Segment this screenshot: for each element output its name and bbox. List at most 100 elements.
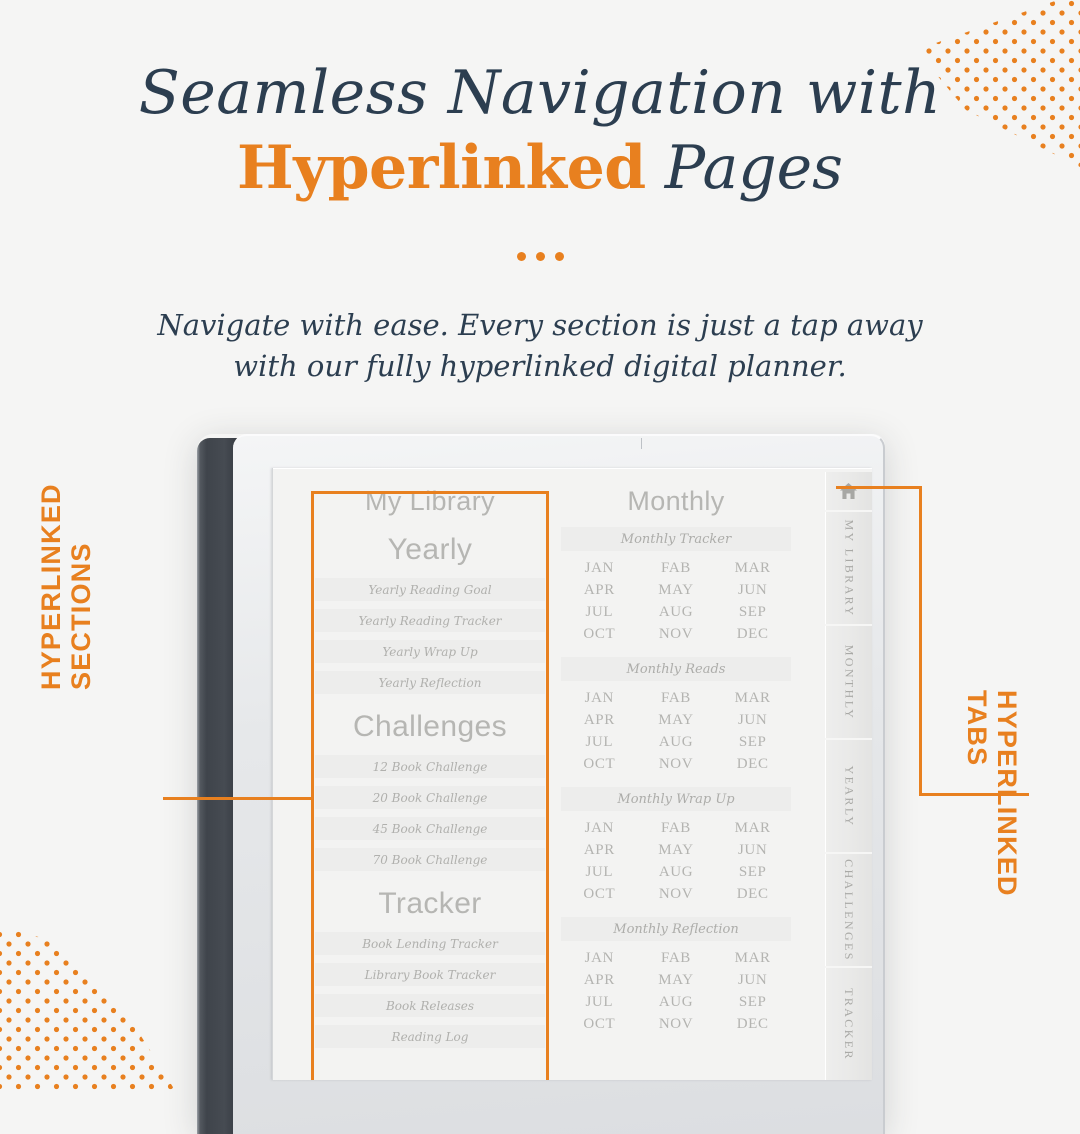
month-link[interactable]: AUG	[638, 864, 715, 881]
month-block: Monthly Tracker JAN FAB MAR APR MAY JUN JUL AUG S…	[561, 527, 791, 643]
tab-label: TRACKER	[842, 987, 856, 1061]
month-link[interactable]: DEC	[714, 886, 791, 903]
month-link[interactable]: OCT	[561, 756, 638, 773]
month-link[interactable]: JUL	[561, 734, 638, 751]
month-link[interactable]: MAY	[638, 842, 715, 859]
headline-trailing-word: Pages	[645, 132, 843, 203]
month-link[interactable]: AUG	[638, 994, 715, 1011]
month-link[interactable]: SEP	[714, 994, 791, 1011]
list-item[interactable]: Library Book Tracker	[315, 963, 545, 986]
month-link[interactable]: JUN	[714, 582, 791, 599]
month-block-heading[interactable]: Monthly Reflection	[561, 917, 791, 941]
list-item[interactable]: Yearly Reading Goal	[315, 578, 545, 601]
list-item[interactable]: Book Lending Tracker	[315, 932, 545, 955]
tablet-screen: MY LIBRARY MONTHLY YEARLY CHALLENGES TRA…	[272, 468, 872, 1080]
divider-dot	[554, 252, 564, 261]
headline-accent-word: Hyperlinked	[237, 132, 646, 203]
month-link[interactable]: DEC	[714, 1016, 791, 1033]
tab-monthly[interactable]: MONTHLY	[825, 626, 872, 740]
page-subtitle: Navigate with ease. Every section is jus…	[0, 305, 1080, 387]
divider-dot	[516, 252, 526, 261]
month-link[interactable]: APR	[561, 972, 638, 989]
tab-my-library[interactable]: MY LIBRARY	[825, 512, 872, 626]
month-link[interactable]: DEC	[714, 756, 791, 773]
month-link[interactable]: JAN	[561, 560, 638, 577]
tab-tracker[interactable]: TRACKER	[825, 968, 872, 1080]
month-link[interactable]: MAR	[714, 950, 791, 967]
month-link[interactable]: MAY	[638, 972, 715, 989]
list-item[interactable]: 70 Book Challenge	[315, 848, 545, 871]
device-seam	[641, 438, 642, 449]
month-link[interactable]: NOV	[638, 626, 715, 643]
month-link[interactable]: JUL	[561, 604, 638, 621]
tabs-leader-top	[836, 486, 922, 489]
month-link[interactable]: OCT	[561, 626, 638, 643]
month-grid: JAN FAB MAR APR MAY JUN JUL AUG SEP OCT NOV DEC	[561, 690, 791, 773]
month-link[interactable]: JAN	[561, 950, 638, 967]
month-link[interactable]: JAN	[561, 690, 638, 707]
month-block-heading[interactable]: Monthly Reads	[561, 657, 791, 681]
list-item[interactable]: Reading Log	[315, 1025, 545, 1048]
month-link[interactable]: SEP	[714, 734, 791, 751]
subtitle-line-2: with our fully hyperlinked digital plann…	[233, 349, 847, 384]
month-link[interactable]: JUN	[714, 712, 791, 729]
bracket-sections-leader	[163, 797, 313, 800]
list-item[interactable]: Yearly Wrap Up	[315, 640, 545, 663]
tab-challenges[interactable]: CHALLENGES	[825, 854, 872, 968]
month-link[interactable]: JUL	[561, 864, 638, 881]
month-link[interactable]: FAB	[638, 690, 715, 707]
group-heading-yearly: Yearly	[387, 533, 473, 566]
month-link[interactable]: MAR	[714, 560, 791, 577]
month-link[interactable]: NOV	[638, 886, 715, 903]
month-block: Monthly Reflection JAN FAB MAR APR MAY JUN JUL A…	[561, 917, 791, 1033]
month-link[interactable]: APR	[561, 712, 638, 729]
month-link[interactable]: SEP	[714, 864, 791, 881]
month-link[interactable]: FAB	[638, 560, 715, 577]
tab-yearly[interactable]: YEARLY	[825, 740, 872, 854]
bracket-sections-right	[546, 491, 549, 1080]
month-link[interactable]: JUN	[714, 842, 791, 859]
list-item[interactable]: 20 Book Challenge	[315, 786, 545, 809]
month-block-heading[interactable]: Monthly Wrap Up	[561, 787, 791, 811]
month-link[interactable]: MAR	[714, 820, 791, 837]
tab-rail: MY LIBRARY MONTHLY YEARLY CHALLENGES TRA…	[825, 472, 872, 1080]
month-link[interactable]: MAR	[714, 690, 791, 707]
month-link[interactable]: OCT	[561, 886, 638, 903]
month-link[interactable]: JUN	[714, 972, 791, 989]
list-item[interactable]: 12 Book Challenge	[315, 755, 545, 778]
annotation-sections-line-1: HYPERLINKED	[36, 483, 66, 690]
column-title-monthly: Monthly	[627, 486, 725, 516]
tab-home[interactable]	[825, 472, 872, 512]
month-link[interactable]: SEP	[714, 604, 791, 621]
month-link[interactable]: MAY	[638, 712, 715, 729]
month-link[interactable]: MAY	[638, 582, 715, 599]
tab-label: MONTHLY	[842, 644, 856, 720]
month-link[interactable]: APR	[561, 842, 638, 859]
tab-label: CHALLENGES	[842, 858, 857, 962]
month-link[interactable]: FAB	[638, 820, 715, 837]
month-link[interactable]: JAN	[561, 820, 638, 837]
month-link[interactable]: AUG	[638, 734, 715, 751]
month-link[interactable]: JUL	[561, 994, 638, 1011]
month-grid: JAN FAB MAR APR MAY JUN JUL AUG SEP OCT NOV DEC	[561, 950, 791, 1033]
month-link[interactable]: OCT	[561, 1016, 638, 1033]
month-link[interactable]: AUG	[638, 604, 715, 621]
month-grid: JAN FAB MAR APR MAY JUN JUL AUG SEP OCT NOV DEC	[561, 560, 791, 643]
month-link[interactable]: DEC	[714, 626, 791, 643]
list-item[interactable]: Yearly Reading Tracker	[315, 609, 545, 632]
headline-line-2: Hyperlinked Pages	[0, 129, 1080, 208]
group-heading-challenges: Challenges	[352, 710, 508, 743]
month-link[interactable]: NOV	[638, 756, 715, 773]
dot-divider	[0, 252, 1080, 261]
tabs-leader-bottom	[919, 793, 1029, 796]
month-block-heading[interactable]: Monthly Tracker	[561, 527, 791, 551]
home-icon	[839, 482, 858, 500]
month-link[interactable]: FAB	[638, 950, 715, 967]
list-item[interactable]: Yearly Reflection	[315, 671, 545, 694]
divider-dot	[535, 252, 545, 261]
list-item[interactable]: 45 Book Challenge	[315, 817, 545, 840]
list-item[interactable]: Book Releases	[315, 994, 545, 1017]
month-link[interactable]: APR	[561, 582, 638, 599]
monthly-column: Monthly Monthly Tracker JAN FAB MAR APR MAY JU…	[561, 486, 791, 1047]
month-link[interactable]: NOV	[638, 1016, 715, 1033]
